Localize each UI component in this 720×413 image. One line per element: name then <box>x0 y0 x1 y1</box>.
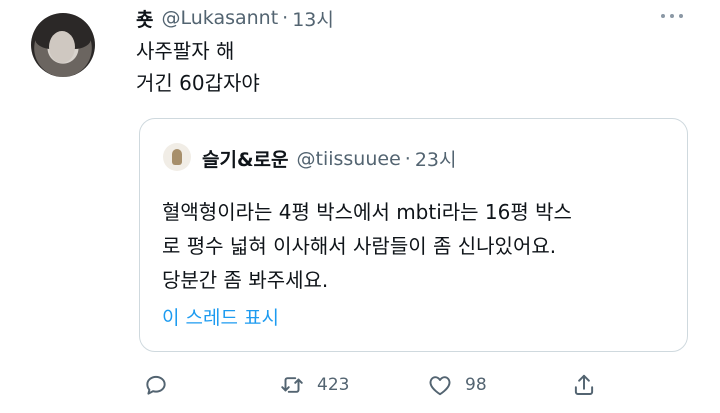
quoted-author-handle[interactable]: @tiissuuee <box>297 148 401 170</box>
more-dot <box>679 14 683 18</box>
quoted-header-separator: · <box>404 147 411 170</box>
quoted-text-line: 혈액형이라는 4평 박스에서 mbti라는 16평 박스 <box>162 200 572 224</box>
like-icon <box>429 376 451 396</box>
like-count: 98 <box>465 375 487 395</box>
more-options-icon[interactable] <box>656 11 688 21</box>
author-handle[interactable]: @Lukasannt <box>161 7 278 29</box>
like-button[interactable]: 98 <box>427 368 487 402</box>
quoted-text-line: 로 평수 넓혀 이사해서 사람들이 좀 신나있어요. <box>162 234 557 258</box>
more-dot <box>661 14 665 18</box>
author-avatar[interactable] <box>31 13 95 77</box>
share-icon <box>574 374 594 395</box>
show-thread-link[interactable]: 이 스레드 표시 <box>162 303 279 330</box>
header-separator: · <box>282 7 289 29</box>
quoted-tweet-header: 슬기&로운 @tiissuuee · 23시 <box>202 145 457 172</box>
tweet-text: 사주팔자 해 거긴 60갑자야 <box>136 35 260 99</box>
avatar-face <box>49 31 75 63</box>
tweet-timestamp[interactable]: 13시 <box>292 5 334 32</box>
retweet-button[interactable]: 423 <box>279 368 349 402</box>
reply-icon <box>146 375 166 395</box>
retweet-icon <box>281 377 303 393</box>
more-dot <box>670 14 674 18</box>
avatar-figure <box>172 149 182 165</box>
tweet-text-line: 사주팔자 해 <box>136 39 235 63</box>
quoted-tweet[interactable]: 슬기&로운 @tiissuuee · 23시 혈액형이라는 4평 박스에서 mb… <box>139 118 688 352</box>
quoted-tweet-text: 혈액형이라는 4평 박스에서 mbti라는 16평 박스 로 평수 넓혀 이사해… <box>162 195 572 297</box>
share-button[interactable] <box>571 368 597 402</box>
author-display-name[interactable]: 춋 <box>136 5 153 32</box>
quoted-tweet-timestamp[interactable]: 23시 <box>415 145 457 172</box>
tweet-header: 춋 @Lukasannt · 13시 <box>136 4 334 32</box>
retweet-count: 423 <box>317 375 350 395</box>
tweet-actions: 423 98 <box>135 368 615 402</box>
quoted-author-display-name[interactable]: 슬기&로운 <box>202 145 289 172</box>
quoted-text-line: 당분간 좀 봐주세요. <box>162 268 329 292</box>
tweet-text-line: 거긴 60갑자야 <box>136 71 260 95</box>
quoted-author-avatar[interactable] <box>163 143 191 171</box>
reply-button[interactable] <box>143 368 169 402</box>
